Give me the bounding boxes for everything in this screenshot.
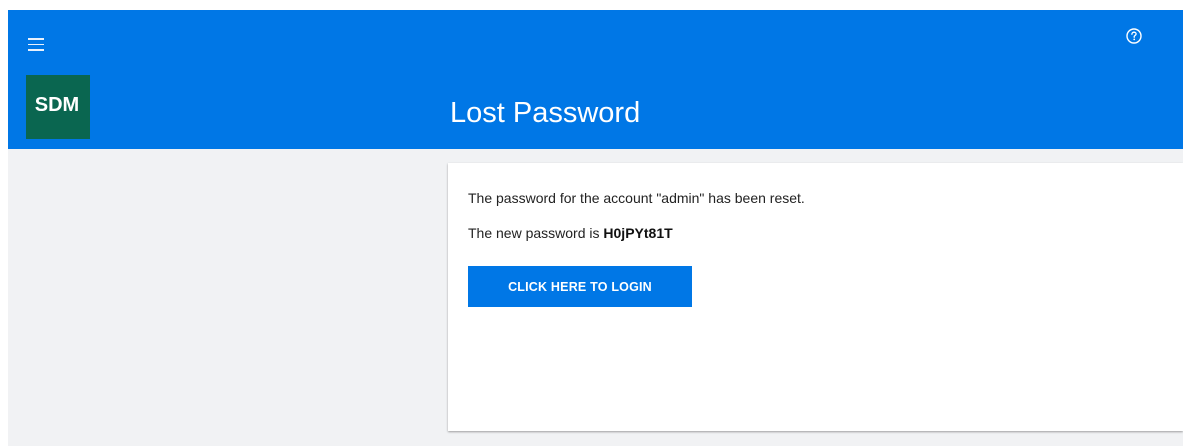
new-password-message: The new password is H0jPYt81T	[468, 225, 673, 241]
login-button[interactable]: CLICK HERE TO LOGIN	[468, 266, 692, 307]
new-password-label: The new password is	[468, 225, 604, 241]
hamburger-menu-icon[interactable]	[28, 38, 44, 51]
page-title: Lost Password	[450, 97, 641, 129]
page: SDM Lost Password The password for the a…	[0, 0, 1183, 446]
new-password-value: H0jPYt81T	[603, 225, 673, 241]
reset-message: The password for the account "admin" has…	[468, 190, 805, 206]
logo: SDM	[26, 75, 90, 139]
help-circle-icon[interactable]	[1126, 28, 1142, 44]
